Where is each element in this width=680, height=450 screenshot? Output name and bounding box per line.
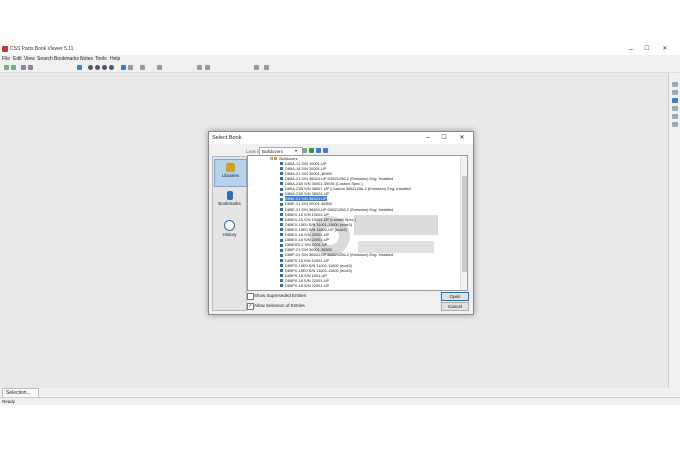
print-icon[interactable] [28,65,33,70]
select-book-dialog: Select Book – ☐ ✕ Look in: Bulldozers ▾ … [208,131,474,315]
status-bar: Ready [0,397,680,405]
up-folder-icon[interactable] [302,148,307,153]
book-icon [280,213,283,217]
book-icon [280,172,283,176]
app-icon [2,46,8,52]
settings-icon[interactable] [128,65,133,70]
place-bookmarks-label: Bookmarks [218,201,241,206]
folder-icon [274,157,278,161]
search-icon[interactable] [205,65,210,70]
book-icon [280,223,283,227]
dialog-title-bar: Select Book – ☐ ✕ [209,132,473,144]
fit-page-icon[interactable] [672,98,678,103]
prev-page-icon[interactable] [95,65,100,70]
select-icon[interactable] [672,122,678,127]
zoom-icon[interactable] [121,65,126,70]
note-icon[interactable] [157,65,162,70]
app-title: CSS Parts Book Viewer 5.11 [10,46,74,52]
book-icon [280,248,283,252]
list-item-label: D85PX-18 S/N 22001-UP [285,283,330,288]
new-folder-icon[interactable] [309,148,314,153]
show-superseded-label: Show Superseded Entries [254,293,307,298]
close-button[interactable]: ✕ [658,45,672,54]
menu-search[interactable]: Search [37,56,53,62]
right-toolbar [668,73,680,388]
book-icon [280,182,283,186]
open-button[interactable]: Open [441,292,469,301]
menu-help[interactable]: Help [110,56,120,62]
page-icon[interactable] [77,65,82,70]
book-icon [280,228,283,232]
book-icon [280,284,283,288]
minimize-button[interactable]: – [624,45,638,54]
book-icon [280,258,283,262]
book-icon [280,279,283,283]
filter-icon[interactable] [197,65,202,70]
menu-view[interactable]: View [24,56,35,62]
help-icon[interactable] [264,65,269,70]
next-page-icon[interactable] [102,65,107,70]
cancel-button[interactable]: Cancel [441,302,469,311]
book-icon [280,264,283,268]
dialog-minimize-button[interactable]: – [421,133,435,143]
place-libraries[interactable]: Libraries [214,159,247,187]
zoom-out-icon[interactable] [672,90,678,95]
book-icon [280,253,283,257]
title-bar: CSS Parts Book Viewer 5.11 – ☐ ✕ [0,44,680,55]
dialog-close-button[interactable]: ✕ [455,133,469,143]
show-superseded-checkbox[interactable] [247,293,254,300]
place-history[interactable]: History [214,217,245,243]
place-libraries-label: Libraries [221,173,240,178]
first-page-icon[interactable] [88,65,93,70]
book-icon [280,207,283,211]
book-icon [280,243,283,247]
dialog-title: Select Book [212,135,242,141]
forward-icon[interactable] [11,65,16,70]
dialog-maximize-button[interactable]: ☐ [437,133,451,143]
tool-icon[interactable] [140,65,145,70]
list-item[interactable]: D85PX-18 S/N 22001-UP [280,283,330,289]
book-icon [280,187,283,191]
pan-icon[interactable] [672,114,678,119]
place-bookmarks[interactable]: Bookmarks [214,188,245,214]
toolbar [0,63,680,73]
book-icon [280,202,283,206]
book-icon [280,238,283,242]
book-icon [280,274,283,278]
maximize-button[interactable]: ☐ [640,45,654,54]
chevron-down-icon: ▾ [295,148,298,153]
book-icon [280,162,283,166]
scrollbar-thumb[interactable] [462,176,467,272]
menu-bar: File Edit View Search Bookmarks Notes To… [0,55,680,63]
places-bar: Libraries Bookmarks History [212,156,247,311]
menu-file[interactable]: File [2,56,10,62]
book-list[interactable]: ⊟ Bulldozers D85A-12 S/N 10001-UP D85A-18… [247,155,468,291]
place-history-label: History [222,232,237,237]
vertical-scrollbar[interactable] [460,156,467,290]
book-icon [280,192,283,196]
bookmark-icon [226,191,233,200]
book-icon [280,177,283,181]
list-view-icon[interactable] [316,148,321,153]
book-icon [280,218,283,222]
allow-selection-checkbox[interactable]: ✓ [247,303,254,310]
libraries-icon [226,163,235,172]
back-icon[interactable] [4,65,9,70]
book-icon [280,197,283,201]
menu-bookmarks[interactable]: Bookmarks [54,56,79,62]
fit-width-icon[interactable] [672,106,678,111]
options-icon[interactable] [254,65,259,70]
allow-selection-label: Allow Selection of Entries [254,303,305,308]
details-view-icon[interactable] [323,148,328,153]
book-icon[interactable] [21,65,26,70]
menu-edit[interactable]: Edit [13,56,22,62]
menu-tools[interactable]: Tools [95,56,107,62]
history-icon [224,220,235,231]
book-icon [280,269,283,273]
book-icon [280,167,283,171]
last-page-icon[interactable] [109,65,114,70]
book-icon [280,233,283,237]
zoom-in-icon[interactable] [672,82,678,87]
menu-notes[interactable]: Notes [80,56,93,62]
